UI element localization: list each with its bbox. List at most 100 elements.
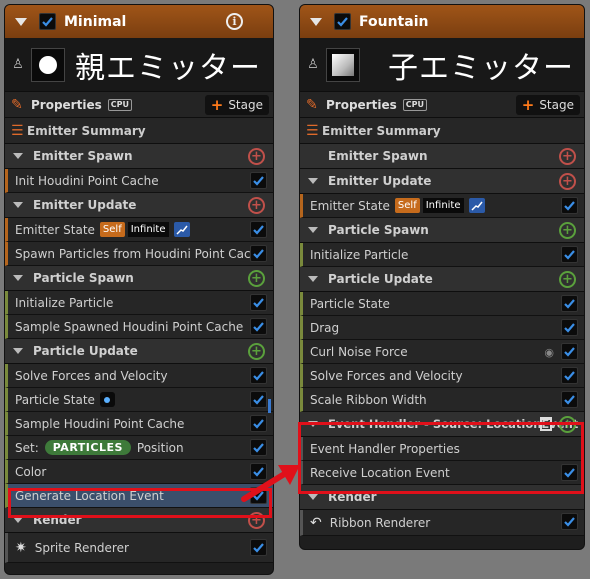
collapse-arrow-icon[interactable] [15,17,27,26]
module-solve-forces[interactable]: Solve Forces and Velocity [300,364,584,388]
collapse-arrow-icon[interactable] [310,17,322,26]
section-render[interactable]: Render + [5,508,273,533]
section-particle-spawn[interactable]: Particle Spawn + [300,218,584,243]
module-checkbox[interactable] [250,539,267,556]
eye-icon[interactable]: ◉ [544,346,554,359]
module-sample-houdini[interactable]: Sample Houdini Point Cache [5,412,273,436]
section-emitter-spawn[interactable]: Emitter Spawn + [300,144,584,169]
module-checkbox[interactable] [561,367,578,384]
add-stage-button[interactable]: + Stage [204,95,269,115]
add-stage-button[interactable]: + Stage [515,95,580,115]
module-checkbox[interactable] [250,245,267,262]
infinite-badge: Infinite [127,222,169,237]
info-icon[interactable]: i [226,13,243,30]
module-spawn-particles[interactable]: Spawn Particles from Houdini Point Cache [5,242,273,266]
cpu-icon: CPU [107,98,132,111]
emitter-title-bar[interactable]: Fountain [300,5,584,38]
expand-arrow-icon[interactable] [13,517,23,523]
module-curl-noise[interactable]: Curl Noise Force ◉ [300,340,584,364]
module-checkbox[interactable] [561,319,578,336]
module-checkbox[interactable] [250,318,267,335]
module-checkbox[interactable] [250,415,267,432]
module-label: Generate Location Event [15,488,164,503]
section-emitter-update[interactable]: Emitter Update + [300,169,584,194]
module-label: Init Houdini Point Cache [15,173,159,188]
module-checkbox[interactable] [561,513,578,530]
add-module-icon[interactable]: + [559,416,576,433]
module-solve-forces[interactable]: Solve Forces and Velocity [5,364,273,388]
module-initialize-particle[interactable]: Initialize Particle [300,243,584,267]
module-emitter-state[interactable]: Emitter State Self Infinite [300,194,584,218]
module-scale-ribbon[interactable]: Scale Ribbon Width [300,388,584,412]
event-handler-properties[interactable]: Event Handler Properties [300,437,584,461]
section-emitter-spawn[interactable]: Emitter Spawn + [5,144,273,169]
expand-arrow-icon[interactable] [13,348,23,354]
add-module-icon[interactable]: + [248,343,265,360]
emitter-enabled-checkbox[interactable] [39,13,56,30]
emitter-summary-row[interactable]: ☰ Emitter Summary [300,118,584,144]
module-checkbox[interactable] [250,221,267,238]
module-checkbox[interactable] [561,197,578,214]
add-module-icon[interactable]: + [559,148,576,165]
properties-row[interactable]: ✎ Properties CPU + Stage [5,92,273,118]
module-checkbox[interactable] [561,246,578,263]
module-drag[interactable]: Drag [300,316,584,340]
module-checkbox[interactable] [561,464,578,481]
emitter-summary-row[interactable]: ☰ Emitter Summary [5,118,273,144]
module-sample-spawned[interactable]: Sample Spawned Houdini Point Cache [5,315,273,339]
section-emitter-update[interactable]: Emitter Update + [5,193,273,218]
module-label: Sprite Renderer [34,540,129,555]
add-module-icon[interactable]: + [559,271,576,288]
emitter-enabled-checkbox[interactable] [334,13,351,30]
module-checkbox[interactable] [250,367,267,384]
expand-arrow-icon[interactable] [13,153,23,159]
emitter-title: Fountain [359,13,429,30]
module-initialize-particle[interactable]: Initialize Particle [5,291,273,315]
add-module-icon[interactable]: + [559,173,576,190]
module-particle-state[interactable]: Particle State [5,388,273,412]
add-renderer-icon[interactable]: + [248,512,265,529]
module-checkbox[interactable] [250,172,267,189]
module-checkbox[interactable] [561,295,578,312]
section-particle-spawn[interactable]: Particle Spawn + [5,266,273,291]
scroll-indicator [268,399,271,413]
expand-arrow-icon[interactable] [13,202,23,208]
module-checkbox[interactable] [561,343,578,360]
module-label: Scale Ribbon Width [310,392,427,407]
emitter-summary-label: Emitter Summary [27,123,146,138]
module-checkbox[interactable] [250,391,267,408]
properties-row[interactable]: ✎ Properties CPU + Stage [300,92,584,118]
module-generate-location-event[interactable]: Generate Location Event [5,484,273,508]
module-label: Sample Spawned Houdini Point Cache [15,319,244,334]
module-label: Color [15,464,47,479]
expand-arrow-icon[interactable] [308,421,318,427]
module-receive-location-event[interactable]: Receive Location Event [300,461,584,485]
module-set-position[interactable]: Set: PARTICLES Position [5,436,273,460]
module-label: Sample Houdini Point Cache [15,416,185,431]
module-particle-state[interactable]: Particle State [300,292,584,316]
module-checkbox[interactable] [561,391,578,408]
trash-icon[interactable] [540,417,552,431]
section-render[interactable]: Render [300,485,584,510]
expand-arrow-icon[interactable] [308,178,318,184]
module-checkbox[interactable] [250,439,267,456]
expand-arrow-icon[interactable] [308,227,318,233]
module-ribbon-renderer[interactable]: ↶ Ribbon Renderer [300,510,584,536]
expand-arrow-icon[interactable] [13,275,23,281]
section-event-handler[interactable]: Event Handler - Source: LocationEvent + [300,412,584,437]
add-module-icon[interactable]: + [248,148,265,165]
module-sprite-renderer[interactable]: ✷ Sprite Renderer [5,533,273,563]
section-particle-update[interactable]: Particle Update + [300,267,584,292]
expand-arrow-icon[interactable] [308,276,318,282]
add-module-icon[interactable]: + [559,222,576,239]
module-emitter-state[interactable]: Emitter State Self Infinite [5,218,273,242]
add-module-icon[interactable]: + [248,197,265,214]
section-particle-update[interactable]: Particle Update + [5,339,273,364]
add-module-icon[interactable]: + [248,270,265,287]
module-checkbox[interactable] [250,294,267,311]
curve-graph-icon [468,198,485,213]
emitter-title-bar[interactable]: Minimal i [5,5,273,38]
module-color[interactable]: Color [5,460,273,484]
position-label: Position [136,440,184,455]
module-init-houdini[interactable]: Init Houdini Point Cache [5,169,273,193]
